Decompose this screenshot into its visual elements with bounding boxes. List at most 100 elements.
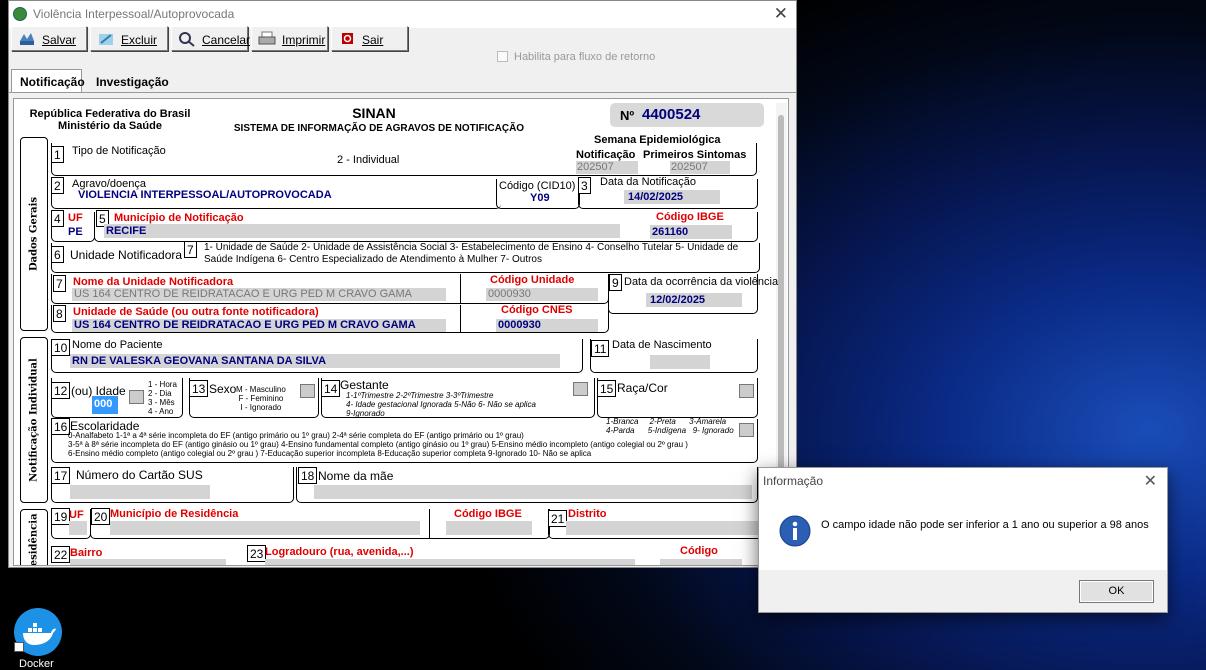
agravo-value[interactable]: VIOLENCIA INTERPESSOAL/AUTOPROVOCADA [78,189,332,201]
window-close-button[interactable]: ✕ [774,4,788,24]
dialog-message: O campo idade não pode ser inferior a 1 … [821,519,1149,531]
birthdate-field[interactable] [650,355,710,369]
header-system: SISTEMA DE INFORMAÇÃO DE AGRAVOS DE NOTI… [233,123,525,134]
age-input[interactable]: 000 [92,396,118,414]
header-sinan: SINAN [352,105,396,121]
header-republic: República Federativa do Brasil [29,108,191,120]
info-dialog: Informação ✕ O campo idade não pode ser … [758,467,1168,613]
field-9-label: Data da ocorrência da violência [624,276,779,288]
field-15-label: Raça/Cor [617,381,668,395]
field-4-number: 4 [51,210,64,227]
field-17-label: Número do Cartão SUS [76,468,203,482]
epi-week-notif-label: Notificação [576,149,636,161]
checkbox-box[interactable] [497,51,508,62]
epi-week-symptoms-field[interactable]: 202507 [670,161,730,174]
notification-number-box: Nº 4400524 [610,103,764,127]
cnes-field[interactable]: 0000930 [496,319,598,332]
field-5-label: Município de Notificação [114,212,244,224]
ok-button[interactable]: OK [1079,580,1154,603]
save-button[interactable]: Salvar [11,26,87,51]
field-7-number: 7 [53,275,66,292]
district-field[interactable] [566,521,776,535]
notification-date-field[interactable]: 14/02/2025 [624,190,720,204]
sus-card-field[interactable] [70,485,210,499]
residence-city-field[interactable] [110,521,420,535]
field-23-number: 23 [247,545,267,562]
pregnancy-options: 1-1ºTrimestre 2-2ºTrimestre 3-3ºTrimestr… [346,391,536,418]
field-22-number: 22 [51,546,71,563]
dialog-close-button[interactable]: ✕ [1144,471,1157,491]
field-19-number: 19 [51,508,71,525]
field-6-label: Unidade Notificadora [70,248,183,262]
info-icon [779,515,811,547]
delete-button[interactable]: Excluir [90,26,168,51]
field-3-number: 3 [578,177,591,194]
field-21-number: 21 [548,510,568,527]
sex-box[interactable] [300,384,315,398]
field-8-divider [460,305,461,333]
cancel-button[interactable]: Cancelar [171,26,250,51]
street-code-label: Código [680,545,718,557]
neighborhood-field[interactable] [70,559,226,565]
cid-label: Código (CID10) [499,180,576,192]
unit-name-field[interactable]: US 164 CENTRO DE REIDRATACAO E URG PED M… [72,288,446,301]
return-flow-checkbox[interactable]: Habilita para fluxo de retorno [497,51,655,63]
sinan-form: República Federativa do Brasil Ministéri… [13,98,789,566]
field-23-label: Logradouro (rua, avenida,...) [265,546,414,558]
field-14-number: 14 [321,380,341,397]
field-21-label: Distrito [568,508,607,520]
ibge-field[interactable]: 261160 [650,225,732,239]
dialog-body: O campo idade não pode ser inferior a 1 … [759,492,1167,570]
field-6-code-box[interactable]: 7 [184,241,197,258]
dialog-title: Informação [763,474,824,488]
field-8-label: Unidade de Saúde (ou outra fonte notific… [73,306,319,318]
tab-notificacao[interactable]: Notificação [11,69,85,93]
residence-uf-field[interactable] [69,521,87,535]
field-7-label: Nome da Unidade Notificadora [73,276,234,288]
printer-icon [258,31,276,45]
occurrence-date-field[interactable]: 12/02/2025 [646,293,742,307]
unit-code-field[interactable]: 0000930 [486,288,598,301]
field-6-number: 6 [51,246,64,263]
health-unit-field[interactable]: US 164 CENTRO DE REIDRATACAO E URG PED M… [72,319,446,332]
education-box[interactable] [739,423,754,437]
field-4-label: UF [68,212,83,224]
field-20-label: Município de Residência [110,508,239,520]
exit-button[interactable]: Sair [331,26,408,51]
mother-name-field[interactable] [314,485,752,499]
notification-type-value[interactable]: 2 - Individual [337,154,399,166]
tab-investigacao[interactable]: Investigação [88,70,178,93]
field-18-number: 18 [298,467,318,484]
field-19-label: UF [69,509,84,521]
number-label: Nº [620,108,635,123]
education-options: 0-Analfabeto 1-1ª a 4ª série incompleta … [68,431,688,458]
street-field[interactable] [265,559,635,565]
window-title: Violência Interpessoal/Autoprovocada [33,7,235,21]
print-button[interactable]: Imprimir [251,26,328,51]
field-2-number: 2 [51,177,64,194]
notification-number: 4400524 [642,106,701,123]
app-icon [13,7,27,21]
street-code-field[interactable] [660,559,742,565]
delete-icon [99,34,113,45]
cnes-label: Código CNES [501,304,573,316]
notification-window: Violência Interpessoal/Autoprovocada ✕ S… [8,0,797,568]
pregnancy-box[interactable] [573,382,588,396]
patient-name-field[interactable]: RN DE VALESKA GEOVANA SANTANA DA SILVA [70,354,560,368]
epi-week-symptoms-label: Primeiros Sintomas [643,149,747,161]
epi-week-notif-field[interactable]: 202507 [576,161,638,174]
municipality-field[interactable]: RECIFE [104,224,620,238]
side-label-general: Dados Gerais [20,137,48,331]
shortcut-arrow-icon [14,642,24,652]
ibge-label: Código IBGE [656,211,724,223]
field-11-label: Data de Nascimento [612,339,712,351]
dialog-title-bar: Informação ✕ [759,468,1167,492]
docker-label: Docker [19,658,54,670]
uf-value[interactable]: PE [68,226,83,238]
sex-options: M - Masculino F - Feminino I - Ignorado [236,385,286,412]
cid-value[interactable]: Y09 [530,192,550,204]
age-unit-box[interactable] [129,390,144,404]
residence-ibge-field[interactable] [446,521,532,535]
field-1-number: 1 [51,146,64,163]
race-box[interactable] [739,384,754,398]
